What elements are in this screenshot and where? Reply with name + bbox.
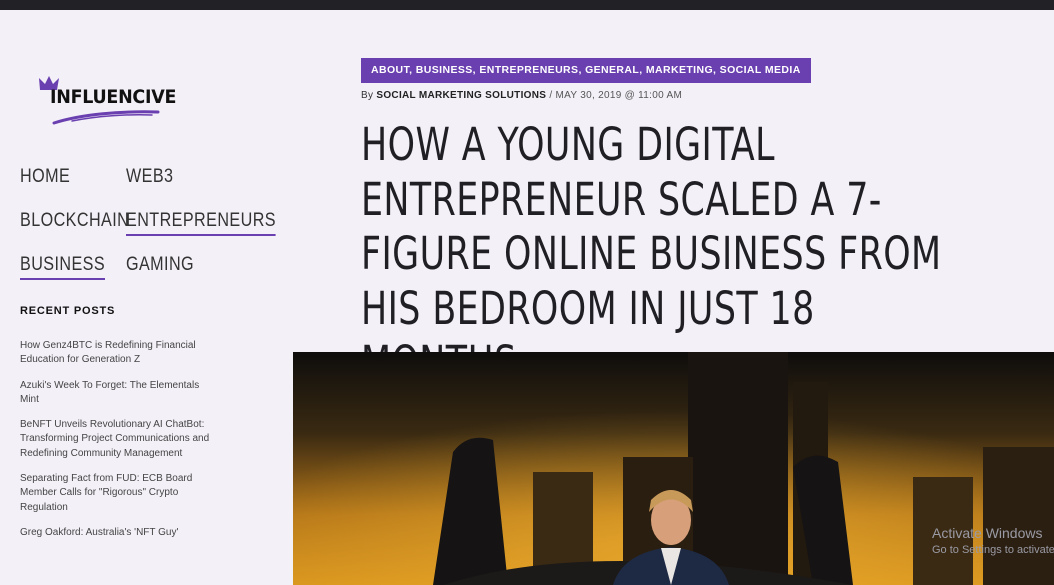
recent-post-link[interactable]: Azuki's Week To Forget: The Elementals M…: [20, 379, 210, 408]
nav-entrepreneurs[interactable]: ENTREPRENEURS: [126, 210, 277, 236]
nav-web3[interactable]: WEB3: [126, 166, 173, 190]
author-link[interactable]: SOCIAL MARKETING SOLUTIONS: [376, 90, 546, 101]
category-tags[interactable]: ABOUT, BUSINESS, ENTREPRENEURS, GENERAL,…: [361, 58, 811, 83]
recent-posts-list: How Genz4BTC is Redefining Financial Edu…: [20, 339, 210, 551]
watermark-line2: Go to Settings to activate Windows.: [932, 544, 1054, 556]
site-logo[interactable]: INFLUENCIVE: [38, 74, 178, 126]
logo-swoosh: [52, 110, 160, 125]
watermark-line1: Activate Windows: [932, 525, 1043, 541]
nav-business[interactable]: BUSINESS: [20, 254, 106, 280]
recent-post-link[interactable]: Greg Oakford: Australia's 'NFT Guy': [20, 526, 210, 540]
nav-home[interactable]: HOME: [20, 166, 70, 190]
article-headline: HOW A YOUNG DIGITAL ENTREPRENEUR SCALED …: [361, 118, 942, 389]
recent-post-link[interactable]: BeNFT Unveils Revolutionary AI ChatBot: …: [20, 418, 210, 461]
nav-blockchain[interactable]: BLOCKCHAIN: [20, 210, 129, 234]
windows-activation-watermark: Activate Windows Go to Settings to activ…: [932, 525, 1054, 556]
nav-gaming[interactable]: GAMING: [126, 254, 194, 278]
top-bar: [0, 0, 1054, 10]
byline-separator: /: [549, 90, 553, 101]
post-date: MAY 30, 2019 @ 11:00 AM: [555, 90, 683, 101]
byline: By SOCIAL MARKETING SOLUTIONS / MAY 30, …: [361, 90, 682, 101]
recent-post-link[interactable]: Separating Fact from FUD: ECB Board Memb…: [20, 472, 210, 515]
recent-post-link[interactable]: How Genz4BTC is Redefining Financial Edu…: [20, 339, 210, 368]
byline-by: By: [361, 90, 374, 101]
logo-wordmark: INFLUENCIVE: [50, 86, 177, 108]
recent-posts-heading: RECENT POSTS: [20, 305, 116, 317]
